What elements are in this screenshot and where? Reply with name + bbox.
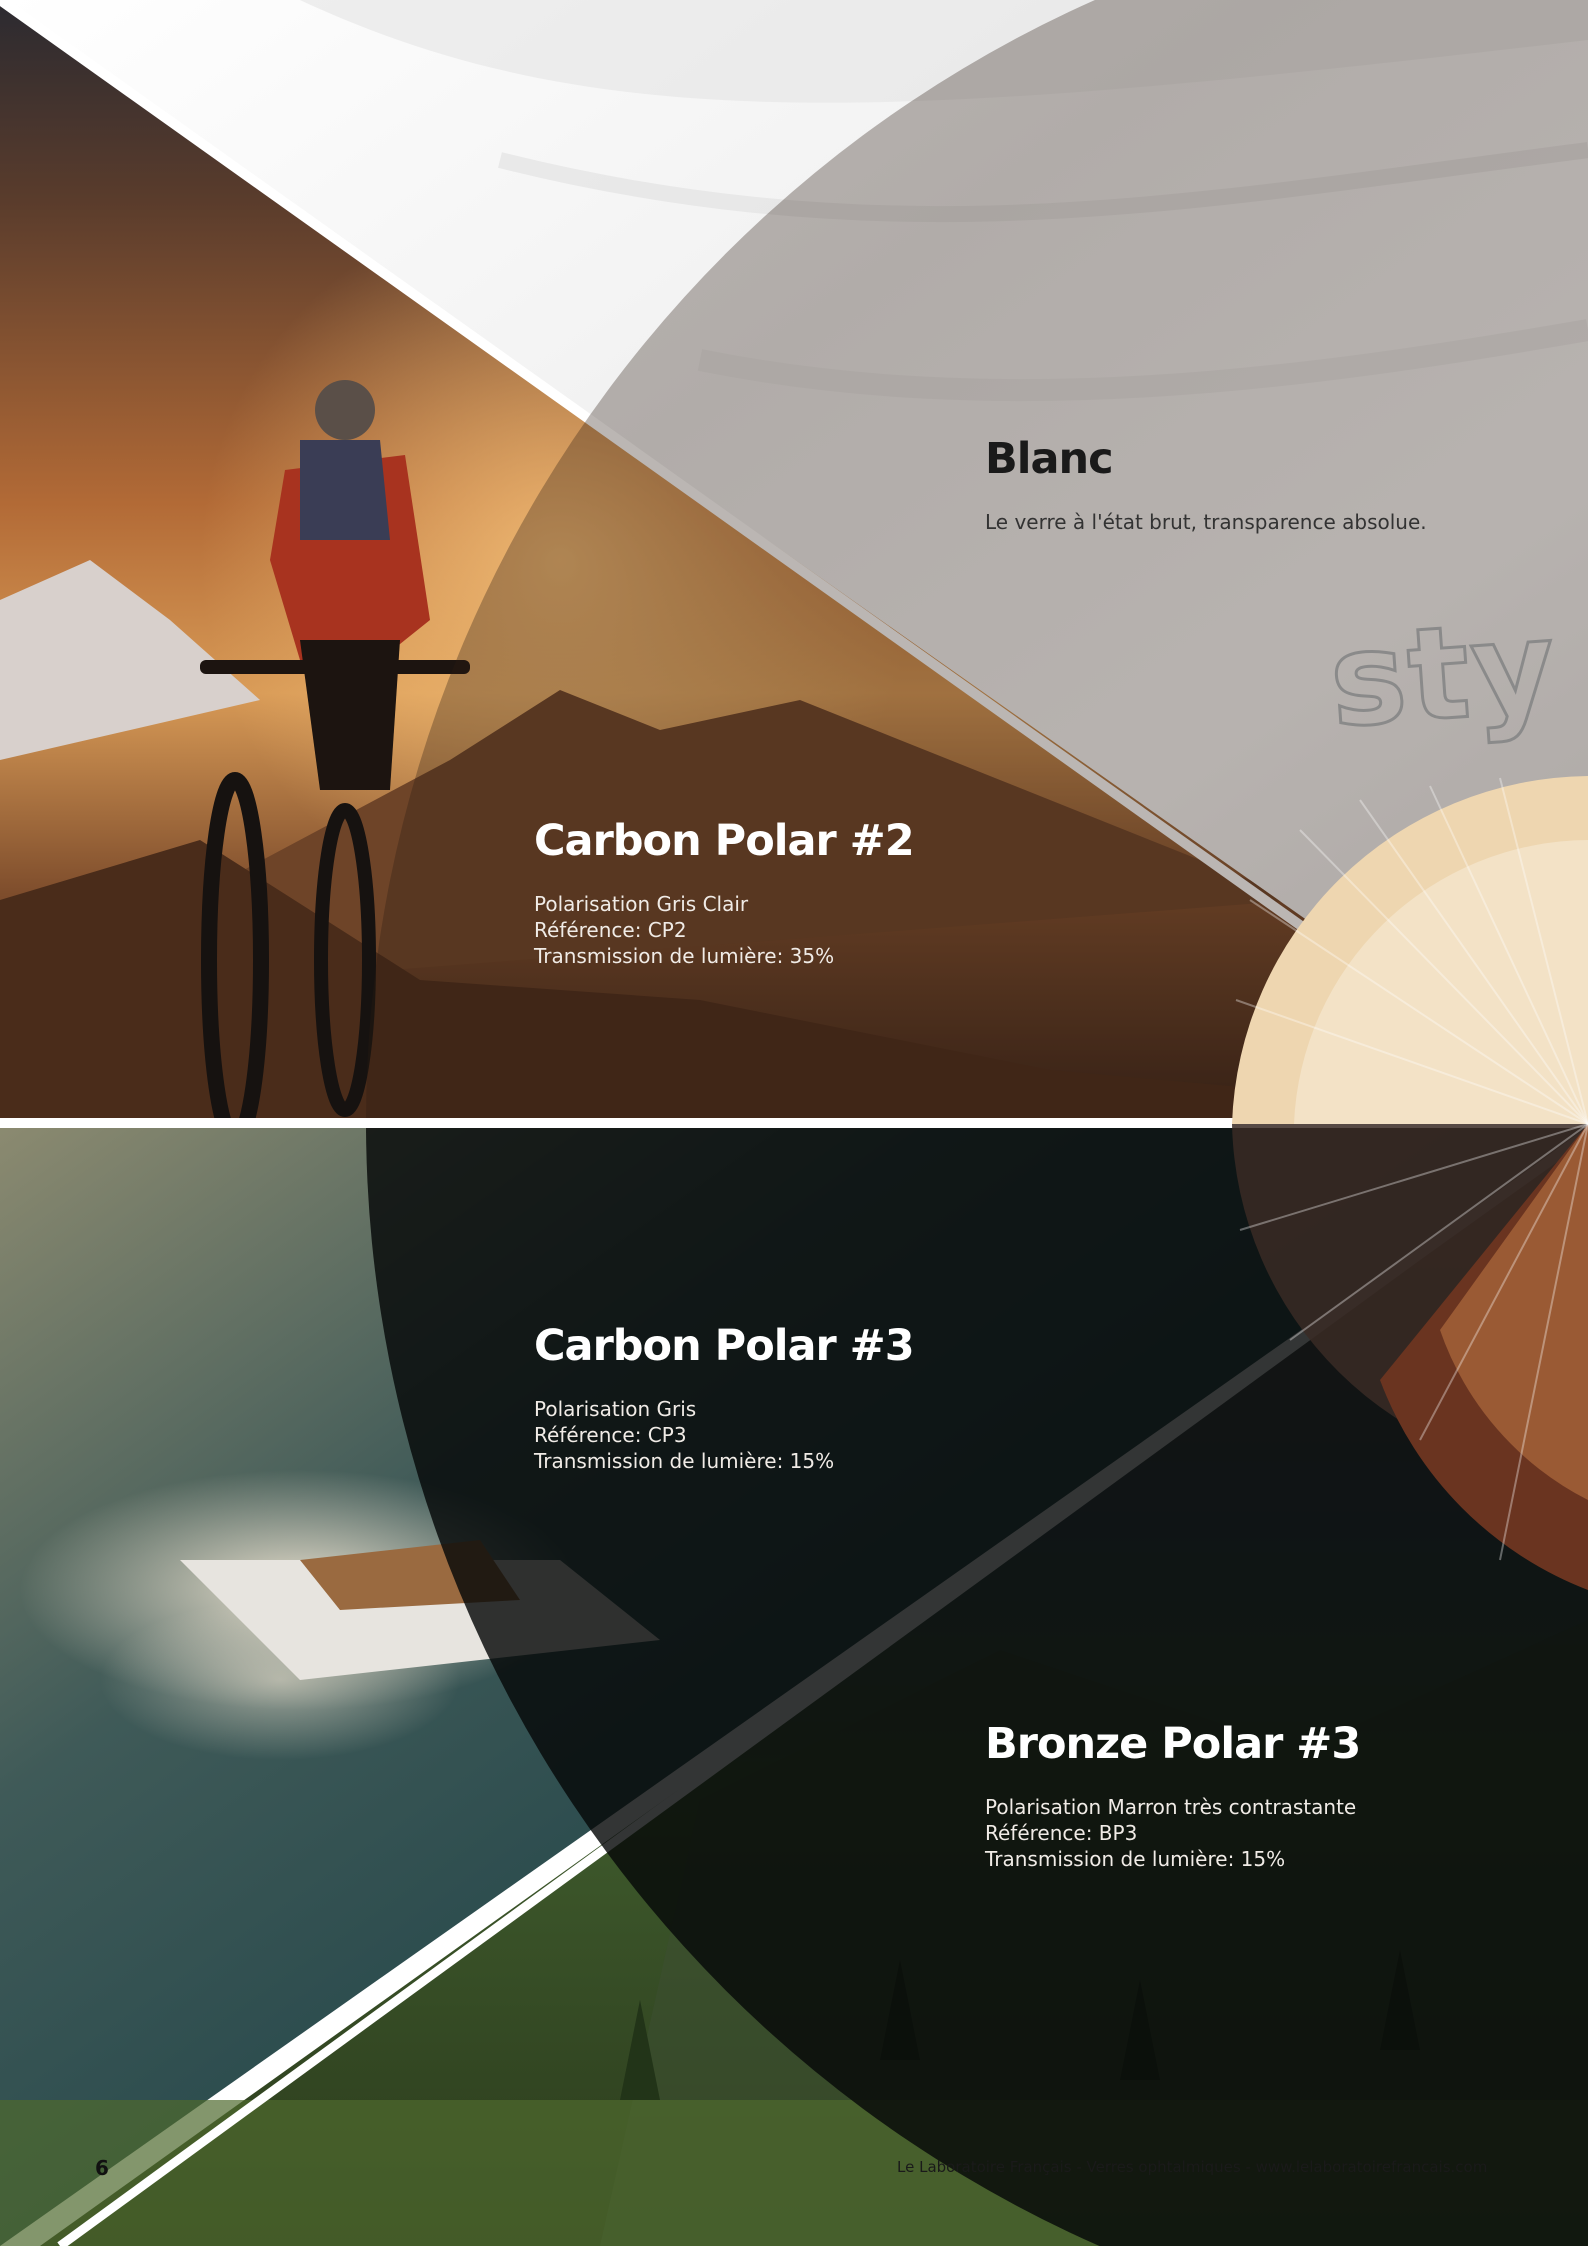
lens-carbon-polar-3: Carbon Polar #3 Polarisation Gris Référe… [534, 1321, 1054, 1474]
lens-polarisation: Polarisation Gris Clair [534, 892, 749, 917]
page-number: 6 [95, 2156, 109, 2180]
background-artwork [0, 0, 1588, 2246]
lens-title: Bronze Polar #3 [985, 1719, 1361, 1769]
lens-polarisation: Polarisation Marron très contrastante [985, 1795, 1357, 1820]
lens-transmission: Transmission de lumière: 15% [985, 1847, 1286, 1872]
catalog-page: sty Blanc Le verre à l'état brut, transp… [0, 0, 1588, 2246]
lens-reference: Référence: CP3 [534, 1423, 687, 1448]
lens-blanc: Blanc Le verre à l'état brut, transparen… [985, 434, 1505, 535]
lens-bronze-polar-3: Bronze Polar #3 Polarisation Marron très… [985, 1719, 1545, 1872]
lens-reference: Référence: CP2 [534, 918, 687, 943]
brand-wordmark: sty [1324, 591, 1564, 758]
lens-carbon-polar-2: Carbon Polar #2 Polarisation Gris Clair … [534, 816, 1054, 969]
lens-transmission: Transmission de lumière: 35% [534, 944, 835, 969]
lens-title: Blanc [985, 434, 1114, 484]
lens-polarisation: Polarisation Gris [534, 1397, 697, 1422]
lens-title: Carbon Polar #2 [534, 816, 915, 866]
lens-transmission: Transmission de lumière: 15% [534, 1449, 835, 1474]
lens-reference: Référence: BP3 [985, 1821, 1138, 1846]
lens-description: Le verre à l'état brut, transparence abs… [985, 510, 1427, 535]
footer-text: Le Laboratoire Français - Verres ophtalm… [897, 2158, 1488, 2176]
lens-title: Carbon Polar #3 [534, 1321, 915, 1371]
